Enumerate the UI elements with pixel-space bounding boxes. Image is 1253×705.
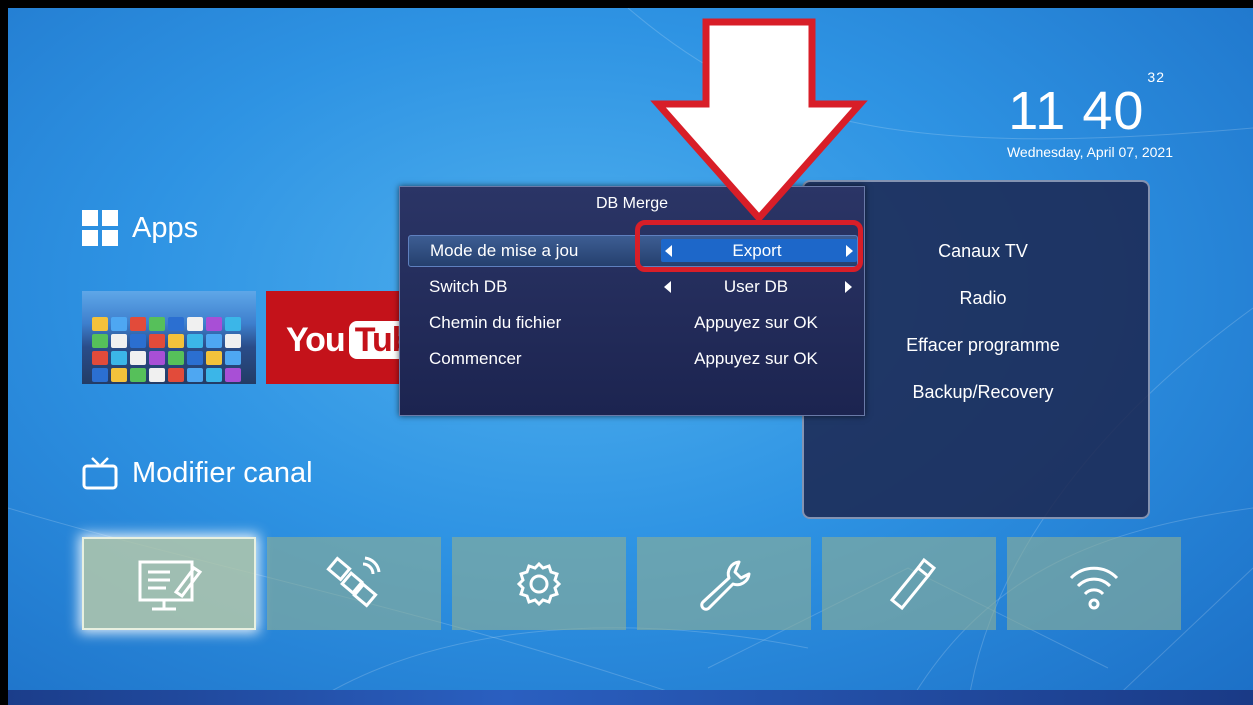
wrench-icon bbox=[700, 560, 751, 611]
menu-item-effacer-programme[interactable]: Effacer programme bbox=[868, 322, 1098, 369]
tile-edit-channel[interactable] bbox=[82, 537, 256, 630]
down-arrow-annotation bbox=[650, 18, 868, 224]
row-label: Chemin du fichier bbox=[429, 313, 562, 332]
row-value: Appuyez sur OK bbox=[694, 349, 818, 368]
menu-item-radio[interactable]: Radio bbox=[868, 275, 1098, 322]
row-value: User DB bbox=[723, 277, 789, 296]
edit-list-icon bbox=[138, 560, 203, 610]
tv-icon bbox=[82, 457, 118, 490]
canal-label: Modifier canal bbox=[132, 456, 313, 489]
row-label: Mode de mise a jou bbox=[430, 241, 579, 260]
apps-label: Apps bbox=[132, 211, 199, 244]
tile-usb[interactable] bbox=[822, 537, 996, 630]
canal-section-title: Modifier canal bbox=[82, 456, 313, 490]
row-commencer[interactable]: Commencer Appuyez sur OK bbox=[408, 344, 856, 374]
tile-tools[interactable] bbox=[637, 537, 811, 630]
clock: 11 4032 bbox=[1008, 69, 1165, 142]
row-switch-db[interactable]: Switch DB User DB bbox=[408, 272, 856, 302]
app-icons-grid bbox=[92, 317, 241, 382]
tv-screen: 11 4032 Wednesday, April 07, 2021 Apps Yo… bbox=[8, 8, 1253, 705]
settings-tiles bbox=[82, 537, 1192, 630]
gear-icon bbox=[516, 561, 562, 606]
youtube-logo: You Tub bbox=[286, 321, 406, 360]
apps-section-title: Apps bbox=[82, 210, 198, 246]
arrow-right-icon[interactable] bbox=[845, 281, 852, 293]
satellite-icon bbox=[326, 555, 381, 608]
clock-minute: 40 bbox=[1082, 81, 1145, 141]
youtube-tile[interactable]: You Tub bbox=[266, 291, 406, 384]
row-value: Appuyez sur OK bbox=[694, 313, 818, 332]
tile-network[interactable] bbox=[1007, 537, 1181, 630]
tile-system-settings[interactable] bbox=[452, 537, 626, 630]
side-menu: Canaux TV Radio Effacer programme Backup… bbox=[868, 228, 1098, 416]
bottom-band bbox=[8, 690, 1253, 705]
apps-tile[interactable] bbox=[82, 291, 256, 384]
usb-icon bbox=[889, 557, 937, 610]
date-label: Wednesday, April 07, 2021 bbox=[1006, 144, 1173, 160]
menu-item-backup-recovery[interactable]: Backup/Recovery bbox=[868, 369, 1098, 416]
row-label: Switch DB bbox=[429, 277, 508, 296]
row-chemin-du-fichier[interactable]: Chemin du fichier Appuyez sur OK bbox=[408, 308, 856, 338]
clock-second: 32 bbox=[1147, 69, 1165, 85]
tile-satellite[interactable] bbox=[267, 537, 441, 630]
apps-grid-icon bbox=[82, 210, 118, 246]
menu-item-canaux-tv[interactable]: Canaux TV bbox=[868, 228, 1098, 275]
wifi-icon bbox=[1069, 566, 1119, 609]
clock-hour: 11 bbox=[1008, 81, 1067, 141]
row-label: Commencer bbox=[429, 349, 522, 368]
